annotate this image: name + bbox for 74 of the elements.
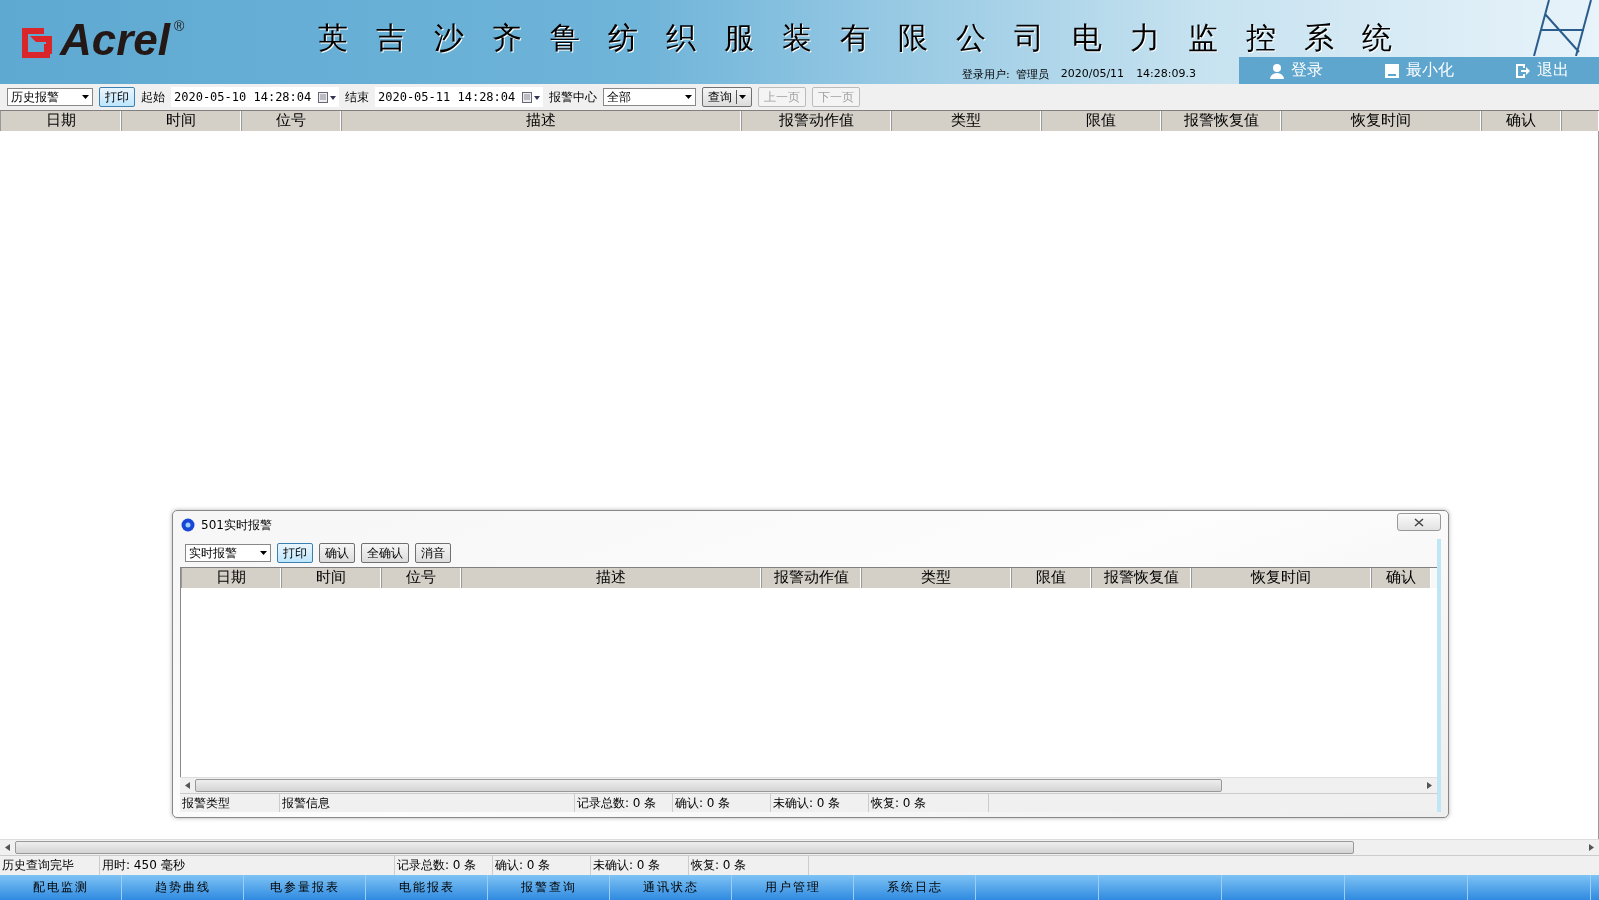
status-text: 报警类型	[180, 794, 280, 812]
scroll-left-icon[interactable]	[5, 844, 10, 851]
column-header: 位号	[381, 568, 461, 588]
alarm-center-label: 报警中心	[549, 88, 597, 106]
nav-tab[interactable]: 电能报表	[366, 875, 488, 900]
registered-mark: ®	[174, 18, 185, 34]
user-name: 管理员	[1015, 67, 1049, 82]
query-button[interactable]: 查询	[702, 87, 752, 107]
start-label: 起始	[141, 88, 165, 106]
column-header: 限值	[1011, 568, 1091, 588]
column-header: 位号	[241, 111, 341, 131]
column-header: 确认	[1481, 111, 1561, 131]
print-button[interactable]: 打印	[99, 87, 135, 107]
column-header: 描述	[461, 568, 761, 588]
alarm-type-dropdown[interactable]: 实时报警	[185, 544, 271, 562]
scroll-left-icon[interactable]	[185, 782, 190, 789]
alarm-icon	[181, 518, 195, 532]
user-label: 登录用户:	[962, 67, 1010, 82]
column-header: 报警恢复值	[1091, 568, 1191, 588]
column-header: 限值	[1041, 111, 1161, 131]
column-header: 报警动作值	[741, 111, 891, 131]
nav-tab[interactable]: 系统日志	[854, 875, 976, 900]
nav-tab[interactable]: 趋势曲线	[122, 875, 244, 900]
alarm-center-dropdown[interactable]: 全部	[603, 88, 696, 106]
column-header: 时间	[281, 568, 381, 588]
status-text: 恢复: 0 条	[869, 794, 989, 812]
horizontal-scrollbar[interactable]	[180, 777, 1437, 793]
caret-icon	[260, 551, 267, 555]
status-text: 确认: 0 条	[673, 794, 771, 812]
dialog-title: 501实时报警	[201, 516, 272, 534]
nav-tab[interactable]: 配电监测	[0, 875, 122, 900]
column-header: 恢复时间	[1191, 568, 1371, 588]
dialog-button[interactable]: 全确认	[361, 543, 409, 563]
current-date: 2020/05/11	[1060, 67, 1125, 82]
caret-icon	[685, 95, 692, 99]
report-type-dropdown[interactable]: 历史报警	[7, 88, 93, 106]
logo-text: Acrel	[60, 18, 171, 62]
caret-icon	[82, 95, 89, 99]
user-icon	[1269, 62, 1286, 79]
column-header: 类型	[891, 111, 1041, 131]
column-header: 报警动作值	[761, 568, 861, 588]
scroll-right-icon[interactable]	[1427, 782, 1432, 789]
column-header: 日期	[181, 568, 281, 588]
status-text: 未确认: 0 条	[771, 794, 869, 812]
dialog-button[interactable]: 打印	[277, 543, 313, 563]
dialog-button[interactable]: 消音	[415, 543, 451, 563]
minimize-icon	[1384, 62, 1400, 79]
status-text: 记录总数: 0 条	[575, 794, 673, 812]
end-label: 结束	[345, 88, 369, 106]
close-icon	[1413, 517, 1425, 527]
calendar-icon	[318, 91, 336, 103]
app-title: 英吉沙齐鲁纺织服装有限公司电力监控系统	[318, 19, 1420, 57]
status-text: 报警信息	[280, 794, 575, 812]
calendar-icon	[522, 91, 540, 103]
column-header: 时间	[121, 111, 241, 131]
end-date-field[interactable]: 2020-05-11 14:28:04	[375, 87, 543, 107]
column-header: 日期	[0, 111, 121, 131]
nav-tab[interactable]: 通讯状态	[610, 875, 732, 900]
column-header: 报警恢复值	[1161, 111, 1281, 131]
caret-icon	[739, 95, 746, 99]
column-header: 描述	[341, 111, 741, 131]
horizontal-scrollbar[interactable]	[0, 839, 1599, 855]
nav-tab[interactable]: 电参量报表	[244, 875, 366, 900]
dialog-button[interactable]: 确认	[319, 543, 355, 563]
scroll-right-icon[interactable]	[1589, 844, 1594, 851]
close-button[interactable]	[1397, 513, 1441, 531]
exit-icon	[1514, 62, 1531, 79]
current-time: 14:28:09.3	[1136, 67, 1197, 82]
nav-tab[interactable]: 报警查询	[488, 875, 610, 900]
nav-tab[interactable]: 用户管理	[732, 875, 854, 900]
column-header: 恢复时间	[1281, 111, 1481, 131]
column-header: 确认	[1371, 568, 1431, 588]
start-date-field[interactable]: 2020-05-10 14:28:04	[171, 87, 339, 107]
column-header: 类型	[861, 568, 1011, 588]
